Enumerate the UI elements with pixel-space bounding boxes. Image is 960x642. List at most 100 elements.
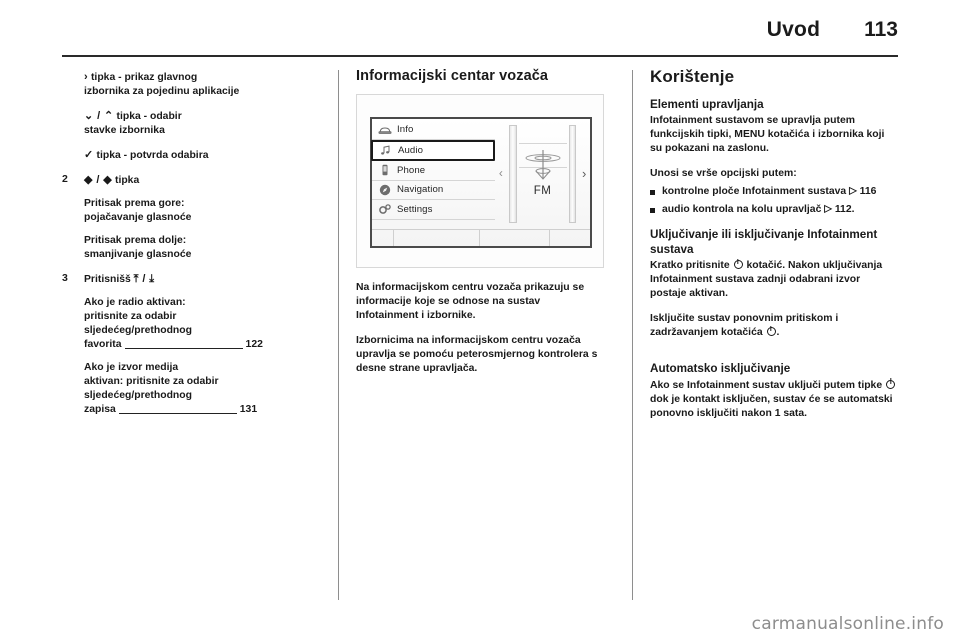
display-menu-list: Info Audio Phone Navigation Settings xyxy=(371,119,495,229)
subsection-heading: Uključivanje ili isključivanje Infotainm… xyxy=(650,228,878,256)
chevron-right-icon: › xyxy=(84,71,89,83)
right-column: Korištenje Elementi upravljanja Infotain… xyxy=(650,67,898,432)
item-text: pojačavanje glasnoće xyxy=(84,212,192,223)
paragraph: Infotainment sustavom se upravlja putem … xyxy=(650,115,885,155)
paragraph-text: . xyxy=(776,327,780,339)
subsection-heading: Automatsko isključivanje xyxy=(650,362,791,376)
power-icon xyxy=(886,379,895,389)
middle-column: Informacijski centar vozača Info Audio P… xyxy=(356,68,604,387)
radio-antenna-icon xyxy=(519,149,567,183)
dot-leader xyxy=(118,413,237,414)
infotainment-screen-figure: Info Audio Phone Navigation Settings ‹ F… xyxy=(356,93,604,268)
reference-arrow-icon: ▷ xyxy=(824,203,832,215)
paragraph-text: Ako se Infotainment sustav uključi putem… xyxy=(650,379,883,391)
menu-item-label: Audio xyxy=(398,144,424,156)
menu-item-phone[interactable]: Phone xyxy=(372,161,495,181)
list-item-text: tipka - odabir xyxy=(116,111,182,122)
list-item-3: 3 Pritisnišš ⤒ / ⤓ Ako je radio aktivan:… xyxy=(62,272,310,417)
next-page-arrow[interactable]: › xyxy=(578,119,590,229)
phone-icon xyxy=(377,164,392,177)
music-note-icon xyxy=(378,144,393,157)
reference-page: 116 xyxy=(859,186,877,198)
paragraph-text: dok je kontakt isključen, sustav će se a… xyxy=(650,393,893,419)
menu-item-audio[interactable]: Audio xyxy=(371,140,495,162)
paragraph: Kratko pritisnite kotačić. Nakon uključi… xyxy=(650,259,898,301)
bullet-text: audio kontrola na kolu upravljač xyxy=(662,204,822,216)
display-right-pane: FM xyxy=(518,119,567,229)
list-item: › tipka - prikaz glavnog izbornika za po… xyxy=(62,70,310,99)
scrollbar-right[interactable] xyxy=(568,124,577,223)
cross-reference-page: 131 xyxy=(239,404,258,415)
item-text: aktivan: pritisnite za odabir xyxy=(84,376,219,387)
radio-band-label: FM xyxy=(533,184,552,197)
list-item-text: tipka - potvrda odabira xyxy=(96,150,209,161)
bullet-list: kontrolne ploče Infotainment sustava ▷ 1… xyxy=(650,185,898,217)
item-text: Pritisak prema dolje: xyxy=(84,235,187,246)
dot-leader xyxy=(124,348,243,349)
gears-icon xyxy=(377,203,392,216)
cross-reference: ▷ 116 xyxy=(849,185,877,198)
item-text: sljedećeg/prethodnog xyxy=(84,390,192,401)
menu-item-info[interactable]: Info xyxy=(372,121,495,141)
left-column: › tipka - prikaz glavnog izbornika za po… xyxy=(62,70,310,427)
header-divider xyxy=(62,55,898,57)
page-header: Uvod 113 xyxy=(62,18,898,52)
item-text: Pritisak prema gore: xyxy=(84,198,185,209)
section-heading: Informacijski centar vozača xyxy=(356,68,549,84)
item-heading: tipka xyxy=(114,175,140,186)
item-text: sljedećeg/prethodnog xyxy=(84,325,192,336)
power-icon xyxy=(733,260,743,270)
list-item: audio kontrola na kolu upravljač ▷ 112. xyxy=(650,203,898,217)
bullet-text: kontrolne ploče Infotainment sustava xyxy=(662,186,847,198)
item-number: 2 xyxy=(62,173,68,185)
display-body: Info Audio Phone Navigation Settings ‹ F… xyxy=(371,119,590,229)
menu-item-label: Info xyxy=(397,124,414,136)
menu-item-label: Navigation xyxy=(397,184,444,196)
paragraph-text: Kratko pritisnite xyxy=(650,260,730,272)
item-number: 3 xyxy=(62,272,68,284)
car-icon xyxy=(377,123,392,136)
reference-arrow-icon: ▷ xyxy=(849,185,857,197)
paragraph: Isključite sustav ponovnim pritiskom i z… xyxy=(650,312,898,340)
compass-icon xyxy=(377,183,392,196)
subsection-heading: Elementi upravljanja xyxy=(650,97,764,111)
menu-item-settings[interactable]: Settings xyxy=(372,200,495,220)
reference-page: 112. xyxy=(834,204,855,216)
cross-reference-page: 122 xyxy=(245,339,263,350)
list-item: ✓ tipka - potvrda odabira xyxy=(62,148,310,163)
item-text: favorita xyxy=(84,339,122,350)
up-down-arrows-icon: ⌄ / ⌃ xyxy=(84,110,114,122)
site-watermark: carmanualsonline.info xyxy=(751,614,944,634)
display-footer-bar xyxy=(372,228,590,246)
manual-page: Uvod 113 › tipka - prikaz glavnog izborn… xyxy=(0,0,960,642)
item-text: pritisnite za odabir xyxy=(84,311,177,322)
menu-item-label: Settings xyxy=(397,203,433,215)
menu-item-label: Phone xyxy=(397,164,426,176)
item-heading: Pritisnišš xyxy=(84,274,131,285)
item-text: zapisa xyxy=(84,404,116,415)
power-icon xyxy=(766,327,776,337)
driver-information-center-display: Info Audio Phone Navigation Settings ‹ F… xyxy=(370,116,592,248)
content-columns: › tipka - prikaz glavnog izbornika za po… xyxy=(0,67,960,600)
paragraph: Ako se Infotainment sustav uključi putem… xyxy=(650,379,898,421)
list-item-2: 2 ◆ / ◆ tipka Pritisak prema gore: pojač… xyxy=(62,173,310,262)
menu-item-navigation[interactable]: Navigation xyxy=(372,181,495,201)
paragraph: Izbornicima na informacijskom centru voz… xyxy=(356,334,598,374)
page-number: 113 xyxy=(864,18,898,41)
item-text: smanjivanje glasnoće xyxy=(84,249,192,260)
previous-page-arrow[interactable]: ‹ xyxy=(495,119,507,229)
list-item: kontrolne ploče Infotainment sustava ▷ 1… xyxy=(650,185,898,199)
paragraph-text: Isključite sustav ponovnim pritiskom i z… xyxy=(650,313,839,339)
list-item: ⌄ / ⌃ tipka - odabir stavke izbornika xyxy=(62,109,310,138)
list-intro: Unosi se vrše opcijski putem: xyxy=(650,168,797,180)
list-item-text: stavke izbornika xyxy=(84,125,165,136)
scrollbar-left[interactable] xyxy=(508,124,517,223)
cross-reference: ▷ 112. xyxy=(824,203,855,216)
list-item-text: tipka - prikaz glavnog xyxy=(90,72,198,83)
list-item-text: izbornika za pojedinu aplikacije xyxy=(84,86,240,97)
item-text: Ako je izvor medija xyxy=(84,362,179,373)
section-title: Korištenje xyxy=(650,67,735,86)
page-title: Uvod xyxy=(766,18,821,41)
seek-arrows-icon: ⤒ / ⤓ xyxy=(133,273,155,285)
item-text: Ako je radio aktivan: xyxy=(84,297,186,308)
